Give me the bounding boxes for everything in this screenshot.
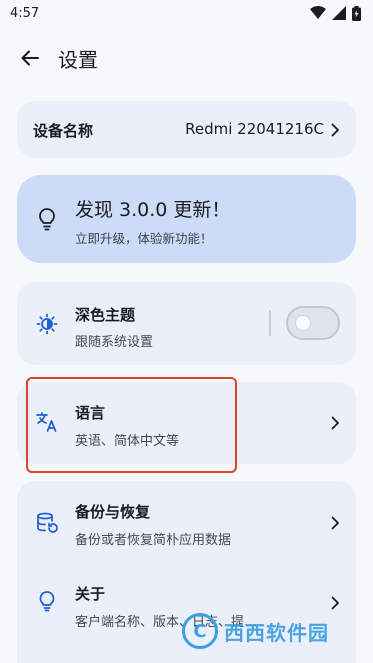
status-icons — [310, 5, 361, 21]
status-time: 4:57 — [10, 5, 40, 21]
update-banner[interactable]: 发现 3.0.0 更新！ 立即升级，体验新功能！ — [17, 175, 356, 263]
arrow-left-icon — [21, 50, 39, 66]
lightbulb-icon — [39, 208, 55, 231]
dark-theme-item[interactable]: 深色主题 跟随系统设置 — [17, 282, 356, 365]
watermark: C 西西软件园 — [182, 613, 362, 649]
language-subtitle: 英语、简体中文等 — [75, 434, 180, 449]
app-bar: 设置 — [0, 36, 373, 80]
backup-subtitle: 备份或者恢复简朴应用数据 — [75, 533, 232, 548]
watermark-text: 西西软件园 — [224, 620, 329, 645]
toggle-thumb — [295, 315, 311, 331]
brightness-auto-icon — [36, 313, 58, 335]
translate-icon — [36, 412, 57, 432]
update-subtitle: 立即升级，体验新功能！ — [75, 231, 213, 246]
device-name-label: 设备名称 — [33, 122, 94, 140]
backup-restore-icon — [37, 512, 58, 533]
chevron-right-icon — [331, 123, 339, 136]
device-name-item[interactable]: 设备名称 Redmi 22041216C — [17, 101, 356, 158]
device-name-value: Redmi 22041216C — [185, 120, 324, 138]
language-title: 语言 — [75, 404, 106, 422]
chevron-right-icon — [331, 596, 339, 610]
status-bar: 4:57 — [0, 0, 373, 26]
dark-theme-subtitle: 跟随系统设置 — [75, 335, 154, 350]
lightbulb-icon — [39, 591, 55, 612]
battery-icon — [352, 5, 361, 21]
chevron-right-icon — [331, 516, 339, 530]
signal-icon — [332, 6, 346, 20]
dark-theme-title: 深色主题 — [75, 306, 136, 324]
about-title: 关于 — [75, 585, 106, 603]
chevron-right-icon — [331, 416, 339, 430]
toggle-divider — [269, 310, 271, 336]
page-title: 设置 — [58, 47, 98, 72]
backup-item[interactable]: 备份与恢复 备份或者恢复简朴应用数据 — [17, 481, 356, 565]
backup-title: 备份与恢复 — [75, 503, 151, 521]
language-item[interactable]: 语言 英语、简体中文等 — [17, 382, 356, 464]
dark-theme-toggle[interactable] — [286, 306, 340, 340]
wifi-icon — [310, 6, 326, 19]
update-title: 发现 3.0.0 更新！ — [75, 199, 231, 221]
watermark-logo: C — [182, 613, 218, 649]
back-button[interactable] — [10, 38, 50, 78]
